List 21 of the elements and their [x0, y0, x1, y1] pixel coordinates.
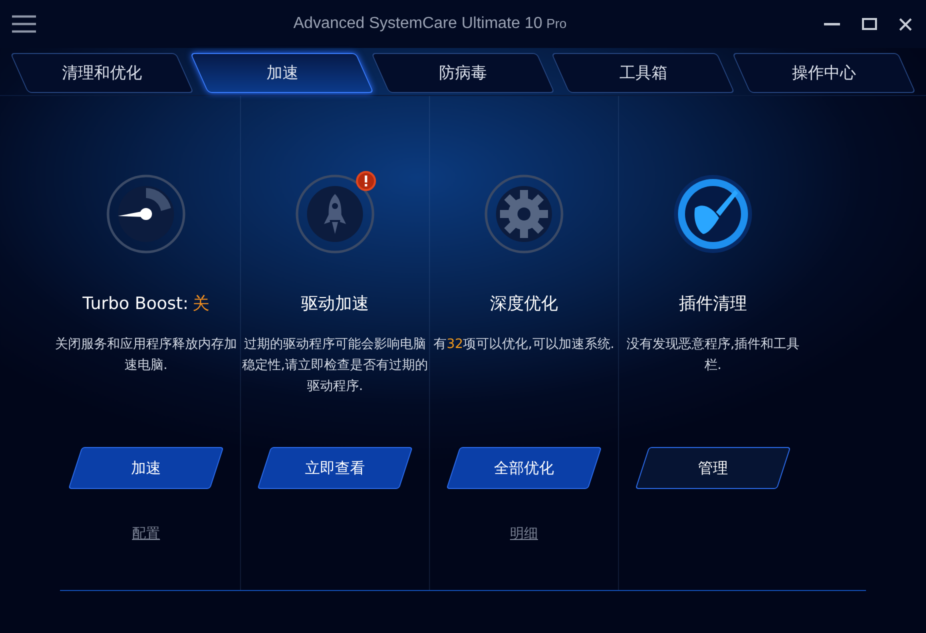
feature-title: 深度优化 [490, 294, 558, 314]
action-button[interactable]: 加速 [69, 447, 223, 489]
menu-icon[interactable] [12, 15, 36, 33]
feature-title: 驱动加速 [301, 294, 369, 314]
feature-description: 过期的驱动程序可能会影响电脑稳定性,请立即检查是否有过期的驱动程序. [241, 336, 429, 396]
feature-description: 关闭服务和应用程序释放内存加速电脑. [54, 336, 238, 375]
minimize-icon[interactable] [824, 22, 840, 26]
settings-link[interactable]: 明细 [510, 525, 538, 543]
action-button[interactable]: 管理 [636, 447, 790, 489]
window-title: Advanced SystemCare Ultimate 10 [293, 15, 542, 32]
action-button[interactable]: 立即查看 [258, 447, 412, 489]
maximize-icon[interactable] [862, 18, 877, 30]
settings-link[interactable]: 配置 [132, 525, 160, 543]
feature-description: 没有发现恶意程序,插件和工具栏. [625, 336, 801, 375]
close-icon[interactable] [899, 18, 912, 30]
feature-title: 插件清理 [679, 294, 747, 314]
feature-description: 有32项可以优化,可以加速系统. [432, 336, 616, 354]
action-button[interactable]: 全部优化 [447, 447, 601, 489]
feature-title: Turbo Boost: [82, 294, 188, 314]
status-label: 关 [192, 294, 210, 314]
edition-label: Pro [546, 16, 567, 31]
